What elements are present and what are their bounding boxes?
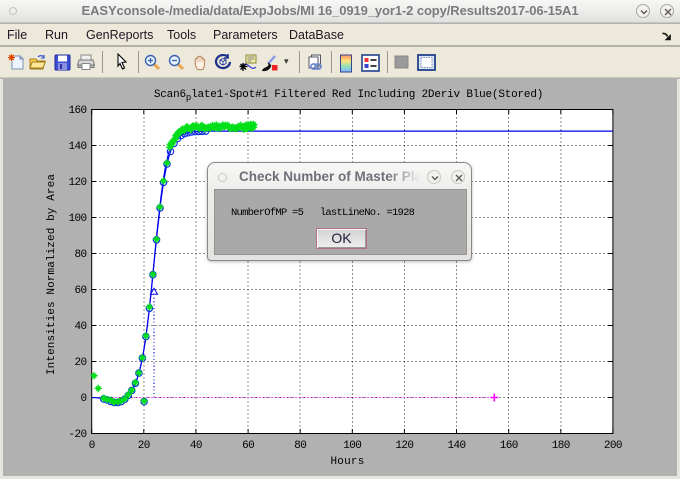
svg-text:140: 140 (68, 141, 86, 153)
svg-text:120: 120 (395, 440, 413, 452)
svg-text:60: 60 (74, 285, 86, 297)
svg-text:40: 40 (190, 440, 202, 452)
svg-text:120: 120 (68, 177, 86, 189)
svg-text:80: 80 (74, 249, 86, 261)
svg-text:160: 160 (68, 105, 86, 117)
svg-text:Intensities Normalized by Area: Intensities Normalized by Area (46, 174, 58, 375)
svg-text:100: 100 (68, 213, 86, 225)
svg-text:0: 0 (80, 393, 86, 405)
svg-text:160: 160 (500, 440, 518, 452)
svg-text:40: 40 (74, 321, 86, 333)
svg-text:200: 200 (604, 440, 622, 452)
svg-text:20: 20 (138, 440, 150, 452)
svg-text:Scan6plate1-Spot#1 Filtered Re: Scan6plate1-Spot#1 Filtered Red Includin… (154, 89, 543, 103)
svg-text:100: 100 (343, 440, 361, 452)
svg-text:0: 0 (89, 440, 95, 452)
svg-text:20: 20 (74, 357, 86, 369)
svg-text:180: 180 (552, 440, 570, 452)
svg-text:-20: -20 (68, 429, 86, 441)
svg-text:60: 60 (242, 440, 254, 452)
svg-text:80: 80 (294, 440, 306, 452)
svg-text:Hours: Hours (330, 456, 364, 468)
svg-text:140: 140 (447, 440, 465, 452)
